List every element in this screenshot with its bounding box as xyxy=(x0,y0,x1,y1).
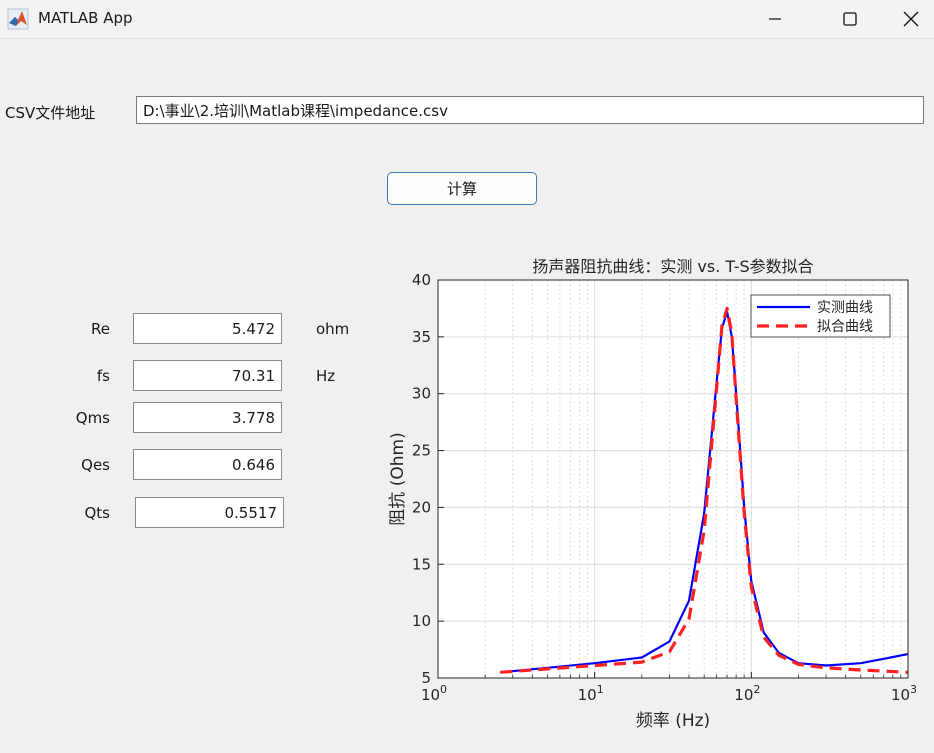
x-tick-label: 103 xyxy=(891,683,917,704)
x-axis-label: 频率 (Hz) xyxy=(636,711,710,731)
qes-field[interactable] xyxy=(133,449,282,480)
chart-title: 扬声器阻抗曲线：实测 vs. T-S参数拟合 xyxy=(532,257,813,276)
legend[interactable]: 实测曲线 拟合曲线 xyxy=(750,294,891,338)
y-tick-label: 5 xyxy=(421,669,431,687)
y-tick-label: 30 xyxy=(412,385,431,403)
impedance-chart[interactable]: 100 101 102 103510152025303540 扬声器阻抗曲线：实测 v… xyxy=(380,250,934,740)
csv-path-input[interactable] xyxy=(136,96,924,124)
csv-path-label: CSV文件地址 xyxy=(5,104,96,122)
qes-label: Qes xyxy=(81,456,110,474)
qts-label: Qts xyxy=(84,504,110,522)
fs-field[interactable] xyxy=(133,360,282,391)
y-axis-label: 阻抗 (Ohm) xyxy=(388,432,408,525)
x-tick-label: 101 xyxy=(578,683,604,704)
re-unit: ohm xyxy=(316,320,350,338)
fs-unit: Hz xyxy=(316,367,336,385)
re-label: Re xyxy=(91,320,110,338)
y-tick-label: 40 xyxy=(412,271,431,289)
maximize-icon xyxy=(843,12,857,26)
re-field[interactable] xyxy=(133,313,282,344)
y-tick-label: 25 xyxy=(412,442,431,460)
title-bar: MATLAB App xyxy=(0,0,934,39)
y-tick-label: 15 xyxy=(412,555,431,573)
qms-field[interactable] xyxy=(133,402,282,433)
x-tick-label: 102 xyxy=(734,683,760,704)
maximize-button[interactable] xyxy=(827,0,873,38)
compute-button[interactable]: 计算 xyxy=(387,172,537,205)
qts-field[interactable] xyxy=(135,497,284,528)
matlab-logo-icon xyxy=(7,8,29,30)
legend-label-measured: 实测曲线 xyxy=(817,300,873,316)
minimize-button[interactable] xyxy=(752,0,798,38)
minimize-icon xyxy=(769,18,781,20)
close-icon xyxy=(903,11,919,27)
legend-label-fitted: 拟合曲线 xyxy=(817,319,873,335)
y-tick-label: 10 xyxy=(412,612,431,630)
fs-label: fs xyxy=(96,367,110,385)
y-tick-label: 35 xyxy=(412,328,431,346)
window-title: MATLAB App xyxy=(38,9,133,27)
y-tick-label: 20 xyxy=(412,498,431,516)
qms-label: Qms xyxy=(75,409,110,427)
plot-area xyxy=(438,280,908,678)
close-button[interactable] xyxy=(888,0,934,38)
